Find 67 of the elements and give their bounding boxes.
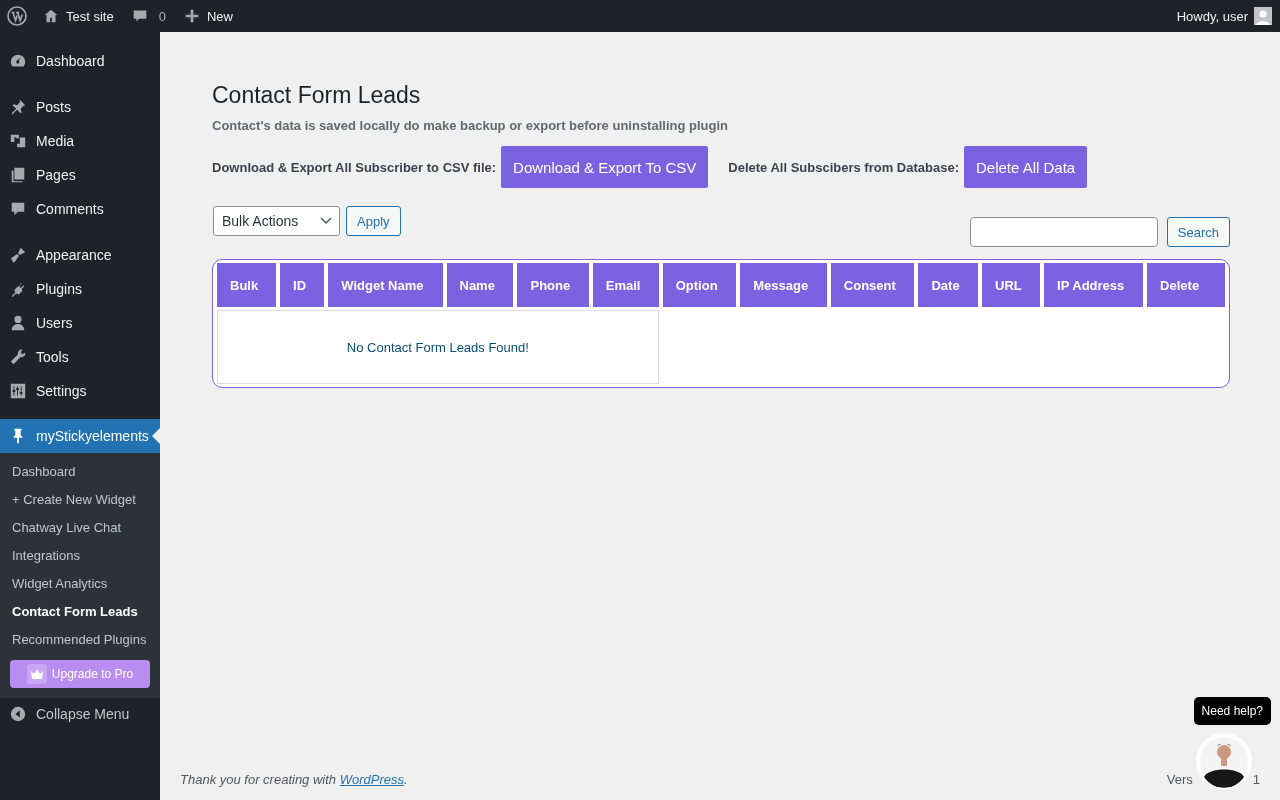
submenu-item[interactable]: Dashboard: [0, 458, 160, 486]
site-link[interactable]: Test site: [66, 8, 114, 24]
current-menu-item[interactable]: myStickyelements: [0, 419, 160, 453]
submenu-item[interactable]: + Create New Widget: [0, 486, 160, 514]
plug-icon: [9, 280, 27, 298]
version-text: Vers: [1166, 771, 1193, 787]
wrench-icon: [9, 348, 27, 366]
menu-item[interactable]: Appearance: [0, 238, 160, 272]
home-icon[interactable]: [42, 7, 60, 25]
column-header: URL: [982, 263, 1041, 307]
column-header: Widget Name: [328, 263, 443, 307]
brush-icon: [9, 246, 27, 264]
menu-item[interactable]: Settings: [0, 374, 160, 408]
version-text: 1: [1252, 771, 1260, 787]
menu-item[interactable]: Dashboard: [0, 44, 160, 78]
delete-button[interactable]: Delete All Data: [964, 146, 1088, 188]
column-header: Email: [592, 263, 659, 307]
help-tooltip: Need help?: [1193, 697, 1271, 725]
media-icon: [9, 132, 27, 150]
column-header: Delete: [1147, 263, 1225, 307]
column-header: Date: [918, 263, 979, 307]
user-icon: [9, 314, 27, 332]
export-button[interactable]: Download & Export To CSV: [501, 146, 709, 188]
wordpress-link[interactable]: WordPress: [339, 771, 404, 787]
pages-icon: [9, 166, 27, 184]
menu-item[interactable]: Users: [0, 306, 160, 340]
bulk-actions-select[interactable]: Bulk Actions: [213, 206, 340, 236]
export-label: Download & Export All Subscriber to CSV file:: [212, 159, 497, 175]
greeting[interactable]: Howdy, user: [1176, 8, 1248, 24]
bubble-icon: [9, 200, 27, 218]
column-header: Consent: [830, 263, 915, 307]
crown-icon: [26, 664, 47, 684]
menu-item[interactable]: Media: [0, 124, 160, 158]
support-avatar-icon[interactable]: [1196, 733, 1253, 789]
column-header: Name: [446, 263, 514, 307]
footer-text: Thank you for creating with WordPress.: [180, 771, 408, 787]
menu-item[interactable]: Tools: [0, 340, 160, 374]
column-header: Message: [740, 263, 827, 307]
menu-item[interactable]: Pages: [0, 158, 160, 192]
submenu-item[interactable]: Chatway Live Chat: [0, 514, 160, 542]
sliders-icon: [9, 382, 27, 400]
column-header: Phone: [517, 263, 589, 307]
collapse-icon: [9, 705, 27, 723]
submenu-item[interactable]: Widget Analytics: [0, 570, 160, 598]
comment-count: 0: [158, 8, 166, 24]
chevron-icon: [320, 217, 332, 225]
submenu-item[interactable]: Contact Form Leads: [0, 598, 160, 626]
menu-item[interactable]: Posts: [0, 90, 160, 124]
submenu-item[interactable]: Recommended Plugins: [0, 626, 160, 654]
column-header: ID: [280, 263, 325, 307]
column-header: Bulk: [217, 263, 277, 307]
new-link[interactable]: New: [206, 8, 233, 24]
submenu-item[interactable]: Integrations: [0, 542, 160, 570]
apply-button[interactable]: Apply: [346, 206, 401, 236]
menu-item[interactable]: Plugins: [0, 272, 160, 306]
column-header: Option: [662, 263, 737, 307]
notice-text: Contact's data is saved locally do make backup or export before uninstalling plugin: [212, 118, 729, 133]
pin-icon: [9, 98, 27, 116]
search-button[interactable]: Search: [1166, 217, 1230, 247]
collapse-menu-button[interactable]: Collapse Menu: [0, 698, 160, 730]
column-header: IP Address: [1044, 263, 1144, 307]
page-title: Contact Form Leads: [212, 81, 422, 110]
search-field[interactable]: [969, 217, 1158, 247]
delete-label: Delete All Subscibers from Database:: [728, 159, 959, 175]
wordpress-logo-icon[interactable]: [7, 6, 27, 26]
empty-message: No Contact Form Leads Found!: [217, 310, 659, 384]
menu-item[interactable]: Comments: [0, 192, 160, 226]
